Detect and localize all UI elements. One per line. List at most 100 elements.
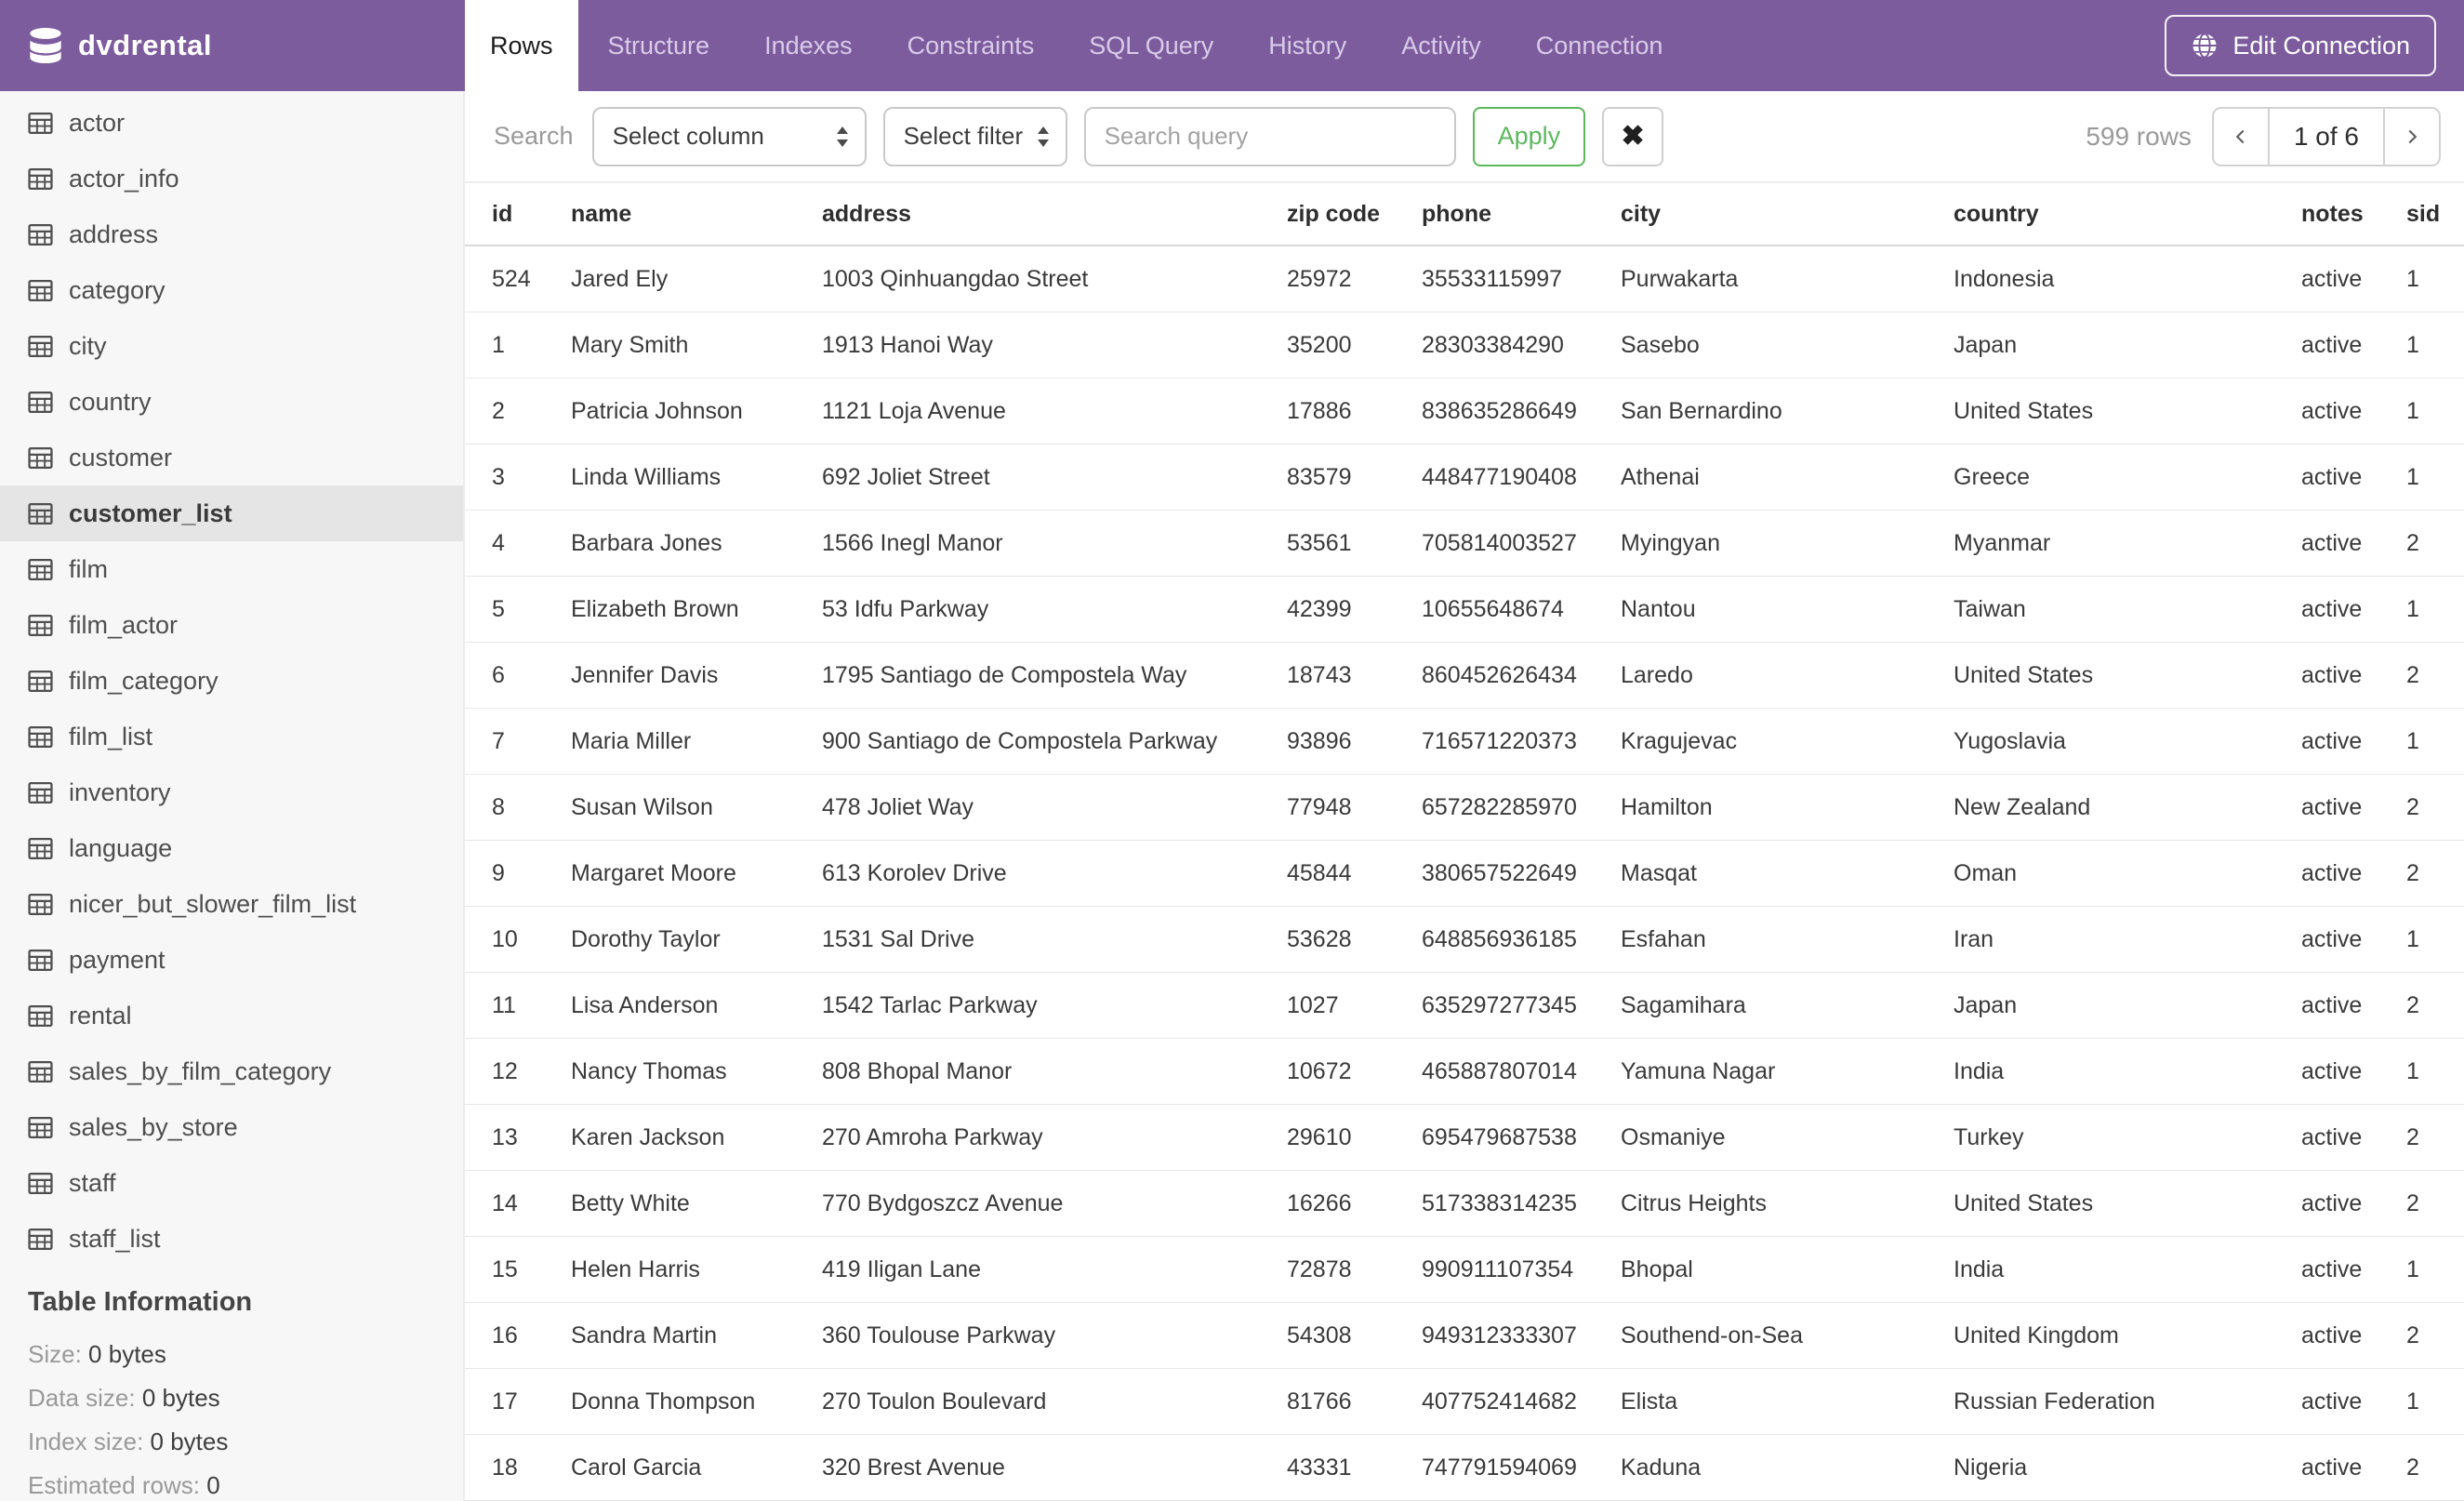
tab-structure[interactable]: Structure: [583, 0, 735, 91]
cell-name: Patricia Johnson: [571, 397, 743, 424]
cell-sid: 2: [2406, 793, 2419, 820]
table-info-value: 0 bytes: [141, 1384, 220, 1412]
cell-country: United States: [1954, 661, 2094, 688]
column-header-notes[interactable]: notes: [2301, 201, 2406, 228]
sidebar-item-customer[interactable]: customer: [0, 430, 463, 485]
apply-button[interactable]: Apply: [1472, 106, 1586, 166]
cell-address: 53 Idfu Parkway: [822, 595, 989, 622]
sidebar-item-label: country: [69, 387, 152, 416]
table-row[interactable]: 14 Betty White 770 Bydgoszcz Avenue 16266 51…: [465, 1171, 2464, 1237]
tab-sql-query[interactable]: SQL Query: [1064, 0, 1239, 91]
table-icon: [28, 1004, 53, 1027]
column-select[interactable]: Select column: [591, 106, 867, 166]
sidebar-item-label: city: [69, 331, 107, 360]
cell-notes: active: [2301, 1322, 2363, 1348]
prev-page-button[interactable]: [2213, 108, 2268, 165]
sidebar-item-film-category[interactable]: film_category: [0, 653, 463, 709]
tab-activity[interactable]: Activity: [1376, 0, 1506, 91]
table-row[interactable]: 6 Jennifer Davis 1795 Santiago de Composte…: [465, 643, 2464, 709]
edit-connection-button[interactable]: Edit Connection: [2165, 15, 2436, 76]
column-header-sid[interactable]: sid: [2406, 201, 2464, 228]
cell-address: 770 Bydgoszcz Avenue: [822, 1189, 1064, 1216]
sidebar-item-language[interactable]: language: [0, 820, 463, 876]
table-icon: [28, 391, 53, 413]
table-row[interactable]: 18 Carol Garcia 320 Brest Avenue 43331 74779…: [465, 1435, 2464, 1501]
sidebar-item-country[interactable]: country: [0, 374, 463, 430]
sidebar-item-film-actor[interactable]: film_actor: [0, 597, 463, 653]
table-information: Table Information Size: 0 bytes Data size…: [0, 1287, 463, 1501]
sidebar-item-address[interactable]: address: [0, 206, 463, 262]
sidebar-item-staff-list[interactable]: staff_list: [0, 1211, 463, 1267]
cell-notes: active: [2301, 727, 2363, 754]
sidebar-item-staff[interactable]: staff: [0, 1155, 463, 1211]
tab-indexes[interactable]: Indexes: [739, 0, 878, 91]
tab-constraints[interactable]: Constraints: [882, 0, 1060, 91]
filter-select-value: Select filter: [903, 122, 1024, 150]
table-row[interactable]: 524 Jared Ely 1003 Qinhuangdao Street 25972…: [465, 246, 2464, 312]
cell-zip-code: 83579: [1287, 463, 1352, 490]
search-query-input[interactable]: [1083, 106, 1456, 166]
sidebar-item-label: film: [69, 554, 108, 583]
next-page-button[interactable]: [2385, 108, 2439, 165]
column-header-city[interactable]: city: [1621, 201, 1954, 228]
sidebar-item-actor-info[interactable]: actor_info: [0, 151, 463, 206]
table-info-label: Data size:: [28, 1384, 136, 1412]
clear-search-button[interactable]: ✖: [1602, 106, 1664, 166]
column-header-name[interactable]: name: [571, 201, 822, 228]
sidebar-item-category[interactable]: category: [0, 262, 463, 318]
sidebar-item-film[interactable]: film: [0, 541, 463, 597]
page-indicator: 1 of 6: [2267, 108, 2385, 165]
tab-rows[interactable]: Rows: [465, 0, 578, 91]
table-row[interactable]: 2 Patricia Johnson 1121 Loja Avenue 17886 83…: [465, 379, 2464, 445]
table-row[interactable]: 1 Mary Smith 1913 Hanoi Way 35200 2830338429…: [465, 312, 2464, 379]
column-header-address[interactable]: address: [822, 201, 1287, 228]
chevron-left-icon: [2235, 129, 2245, 143]
sidebar-item-label: rental: [69, 1001, 132, 1029]
cell-notes: active: [2301, 661, 2363, 688]
cell-country: New Zealand: [1954, 793, 2091, 820]
table-row[interactable]: 9 Margaret Moore 613 Korolev Drive 45844 380…: [465, 841, 2464, 907]
column-header-zip-code[interactable]: zip code: [1287, 201, 1422, 228]
filter-select[interactable]: Select filter: [882, 106, 1067, 166]
table-row[interactable]: 17 Donna Thompson 270 Toulon Boulevard 8176…: [465, 1369, 2464, 1435]
sidebar-item-film-list[interactable]: film_list: [0, 709, 463, 764]
tab-history[interactable]: History: [1243, 0, 1371, 91]
sidebar-item-actor[interactable]: actor: [0, 95, 463, 151]
table-row[interactable]: 5 Elizabeth Brown 53 Idfu Parkway 42399 1065…: [465, 577, 2464, 643]
sidebar-item-inventory[interactable]: inventory: [0, 764, 463, 820]
sidebar-item-customer-list[interactable]: customer_list: [0, 485, 463, 541]
sidebar-item-payment[interactable]: payment: [0, 932, 463, 988]
sidebar-item-label: film_actor: [69, 610, 179, 639]
column-header-country[interactable]: country: [1954, 201, 2301, 228]
cell-name: Margaret Moore: [571, 859, 736, 886]
tab-connection[interactable]: Connection: [1511, 0, 1689, 91]
column-header-phone[interactable]: phone: [1422, 201, 1621, 228]
table-info-label: Index size:: [28, 1428, 144, 1455]
cell-sid: 1: [2406, 1388, 2419, 1415]
cell-city: Myingyan: [1621, 529, 1720, 556]
table-icon: [28, 670, 53, 692]
cell-address: 1795 Santiago de Compostela Way: [822, 661, 1187, 688]
sidebar-item-label: actor: [69, 108, 126, 137]
table-row[interactable]: 16 Sandra Martin 360 Toulouse Parkway 54308…: [465, 1303, 2464, 1369]
table-row[interactable]: 15 Helen Harris 419 Iligan Lane 72878 990911…: [465, 1237, 2464, 1303]
table-row[interactable]: 10 Dorothy Taylor 1531 Sal Drive 53628 64885…: [465, 907, 2464, 973]
column-header-id[interactable]: id: [492, 201, 571, 228]
sidebar-item-nicer-but-slower-film-list[interactable]: nicer_but_slower_film_list: [0, 876, 463, 932]
sidebar-item-sales-by-store[interactable]: sales_by_store: [0, 1099, 463, 1155]
table-row[interactable]: 8 Susan Wilson 478 Joliet Way 77948 65728228…: [465, 775, 2464, 841]
table-row[interactable]: 11 Lisa Anderson 1542 Tarlac Parkway 1027 63…: [465, 973, 2464, 1039]
sidebar-item-rental[interactable]: rental: [0, 988, 463, 1043]
table-row[interactable]: 3 Linda Williams 692 Joliet Street 83579 448…: [465, 445, 2464, 511]
table-row[interactable]: 13 Karen Jackson 270 Amroha Parkway 29610 69…: [465, 1105, 2464, 1171]
cell-notes: active: [2301, 991, 2363, 1018]
table-row[interactable]: 7 Maria Miller 900 Santiago de Compostela …: [465, 709, 2464, 775]
cell-phone: 648856936185: [1422, 925, 1577, 952]
cell-zip-code: 81766: [1287, 1388, 1352, 1415]
cell-id: 524: [492, 265, 531, 292]
sidebar-item-sales-by-film-category[interactable]: sales_by_film_category: [0, 1043, 463, 1099]
table-row[interactable]: 12 Nancy Thomas 808 Bhopal Manor 10672 46588…: [465, 1039, 2464, 1105]
table-icon: [28, 112, 53, 134]
table-row[interactable]: 4 Barbara Jones 1566 Inegl Manor 53561 70581…: [465, 511, 2464, 577]
sidebar-item-city[interactable]: city: [0, 318, 463, 374]
